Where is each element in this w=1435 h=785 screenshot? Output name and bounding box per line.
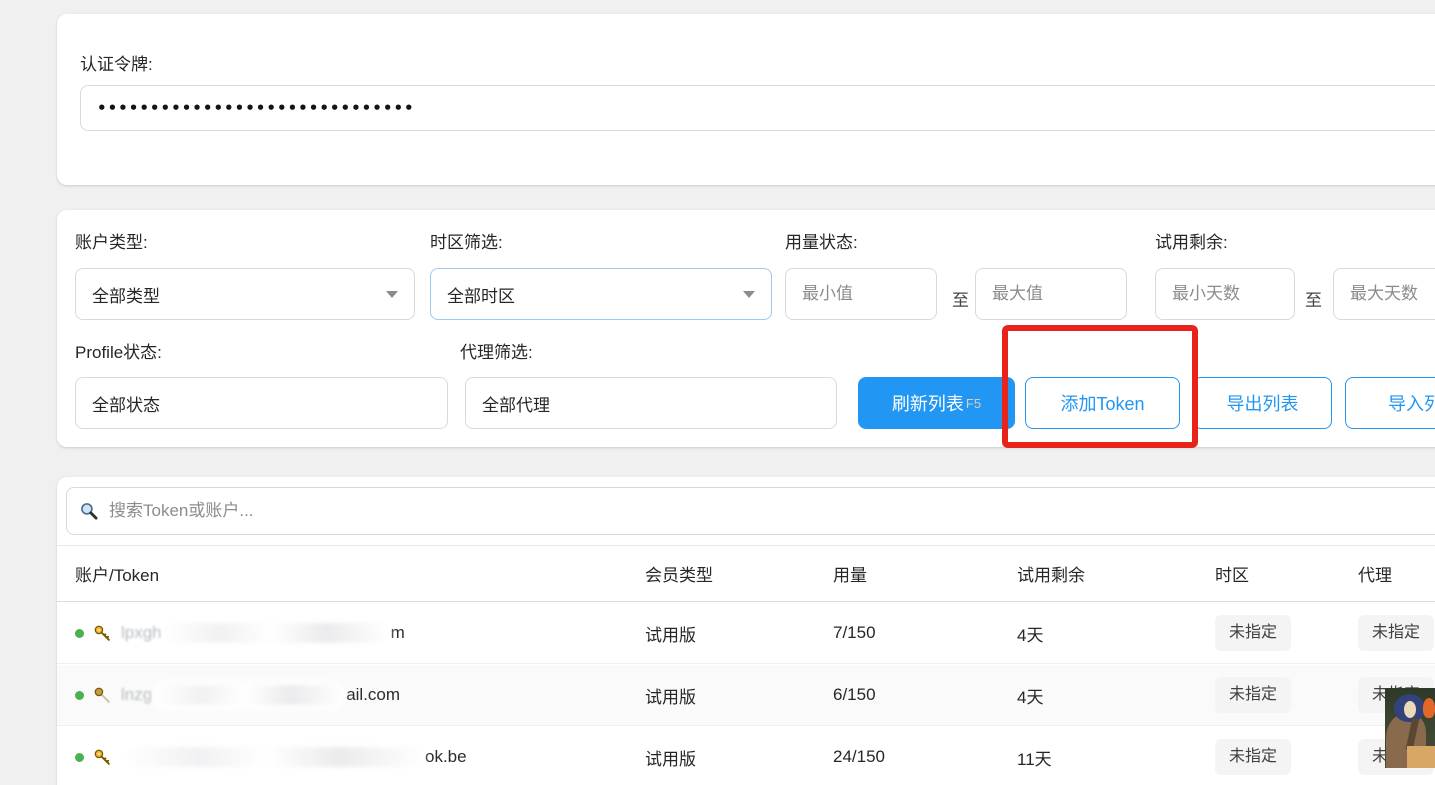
token-table-card: 账户/Token 会员类型 用量 试用剩余 时区 代理 lpxgh m 试用版 … — [57, 477, 1435, 785]
auth-token-input[interactable]: •••••••••••••••••••••••••••••• — [80, 85, 1435, 131]
artwork-shape — [1423, 698, 1435, 718]
import-list-button[interactable]: 导入列表 — [1345, 377, 1435, 429]
account-type-value: 全部类型 — [92, 282, 160, 307]
key-icon — [93, 624, 112, 643]
redaction-smudge — [154, 685, 344, 705]
account-type-select[interactable]: 全部类型 — [75, 268, 415, 320]
overlay-artwork — [1385, 688, 1435, 768]
member-type-cell: 试用版 — [645, 665, 696, 725]
member-type-cell: 试用版 — [645, 727, 696, 785]
redaction-smudge — [164, 623, 389, 643]
search-box[interactable] — [66, 487, 1435, 535]
timezone-filter-value: 全部时区 — [447, 282, 515, 307]
profile-status-select[interactable]: 全部状态 — [75, 377, 448, 429]
chevron-down-icon — [743, 291, 755, 298]
key-icon — [93, 748, 112, 767]
refresh-list-label: 刷新列表 — [892, 390, 964, 416]
status-dot — [75, 753, 84, 762]
artwork-shape — [1407, 746, 1435, 768]
filter-card: 账户类型: 时区筛选: 用量状态: 试用剩余: 全部类型 全部时区 至 至 Pr… — [57, 210, 1435, 447]
search-input[interactable] — [107, 500, 1435, 522]
profile-status-value: 全部状态 — [92, 391, 160, 416]
status-dot — [75, 691, 84, 700]
column-header-usage: 用量 — [833, 546, 867, 601]
refresh-list-button[interactable]: 刷新列表F5 — [858, 377, 1015, 429]
member-type-cell: 试用版 — [645, 603, 696, 663]
usage-cell: 7/150 — [833, 603, 876, 663]
timezone-badge: 未指定 — [1215, 739, 1291, 775]
usage-range-separator: 至 — [952, 286, 969, 311]
search-icon — [79, 501, 99, 521]
trial-remaining-label: 试用剩余: — [1155, 228, 1228, 253]
trial-max-input[interactable] — [1333, 268, 1435, 320]
timezone-filter-label: 时区筛选: — [430, 228, 503, 253]
usage-cell: 6/150 — [833, 665, 876, 725]
column-header-timezone: 时区 — [1215, 546, 1249, 601]
key-icon — [93, 686, 112, 705]
account-type-label: 账户类型: — [75, 228, 148, 253]
timezone-badge: 未指定 — [1215, 615, 1291, 651]
chevron-down-icon — [386, 291, 398, 298]
proxy-filter-value: 全部代理 — [482, 391, 550, 416]
artwork-shape — [1404, 701, 1416, 718]
table-row[interactable]: lnzg ail.com 试用版 6/150 4天 未指定 未指定 — [57, 665, 1435, 726]
trial-min-input[interactable] — [1155, 268, 1295, 320]
proxy-filter-label: 代理筛选: — [460, 338, 533, 363]
account-text-redacted: lnzg — [121, 685, 152, 705]
trial-remaining-cell: 4天 — [1017, 603, 1043, 663]
status-dot — [75, 629, 84, 638]
trial-range-separator: 至 — [1305, 286, 1322, 311]
account-text-visible: m — [391, 623, 405, 643]
export-list-button[interactable]: 导出列表 — [1193, 377, 1332, 429]
column-header-trial-remaining: 试用剩余 — [1017, 546, 1085, 601]
usage-cell: 24/150 — [833, 727, 885, 785]
trial-remaining-cell: 4天 — [1017, 665, 1043, 725]
proxy-badge: 未指定 — [1358, 615, 1434, 651]
usage-status-label: 用量状态: — [785, 228, 858, 253]
table-row[interactable]: lpxgh m 试用版 7/150 4天 未指定 未指定 — [57, 603, 1435, 664]
token-manager-page: 认证令牌: •••••••••••••••••••••••••••••• 账户类… — [0, 0, 1435, 785]
profile-status-label: Profile状态: — [75, 338, 162, 363]
add-token-label: 添加Token — [1060, 390, 1144, 416]
timezone-filter-select[interactable]: 全部时区 — [430, 268, 772, 320]
refresh-shortcut-hint: F5 — [966, 396, 981, 411]
add-token-button[interactable]: 添加Token — [1025, 377, 1180, 429]
usage-max-input[interactable] — [975, 268, 1127, 320]
table-header-row: 账户/Token 会员类型 用量 试用剩余 时区 代理 — [57, 545, 1435, 602]
export-list-label: 导出列表 — [1227, 390, 1299, 416]
column-header-account-token: 账户/Token — [75, 546, 159, 601]
auth-token-label: 认证令牌: — [80, 50, 153, 75]
table-row[interactable]: ok.be 试用版 24/150 11天 未指定 未指定 — [57, 727, 1435, 785]
auth-token-card: 认证令牌: •••••••••••••••••••••••••••••• — [57, 14, 1435, 185]
usage-min-input[interactable] — [785, 268, 937, 320]
trial-remaining-cell: 11天 — [1017, 727, 1052, 785]
account-text-visible: ail.com — [346, 685, 400, 705]
redaction-smudge — [123, 747, 423, 767]
timezone-badge: 未指定 — [1215, 677, 1291, 713]
proxy-filter-select[interactable]: 全部代理 — [465, 377, 837, 429]
import-list-label: 导入列表 — [1388, 390, 1435, 416]
column-header-member-type: 会员类型 — [645, 546, 713, 601]
column-header-proxy: 代理 — [1358, 546, 1392, 601]
account-text-redacted: lpxgh — [121, 623, 162, 643]
account-text-visible: ok.be — [425, 747, 467, 767]
